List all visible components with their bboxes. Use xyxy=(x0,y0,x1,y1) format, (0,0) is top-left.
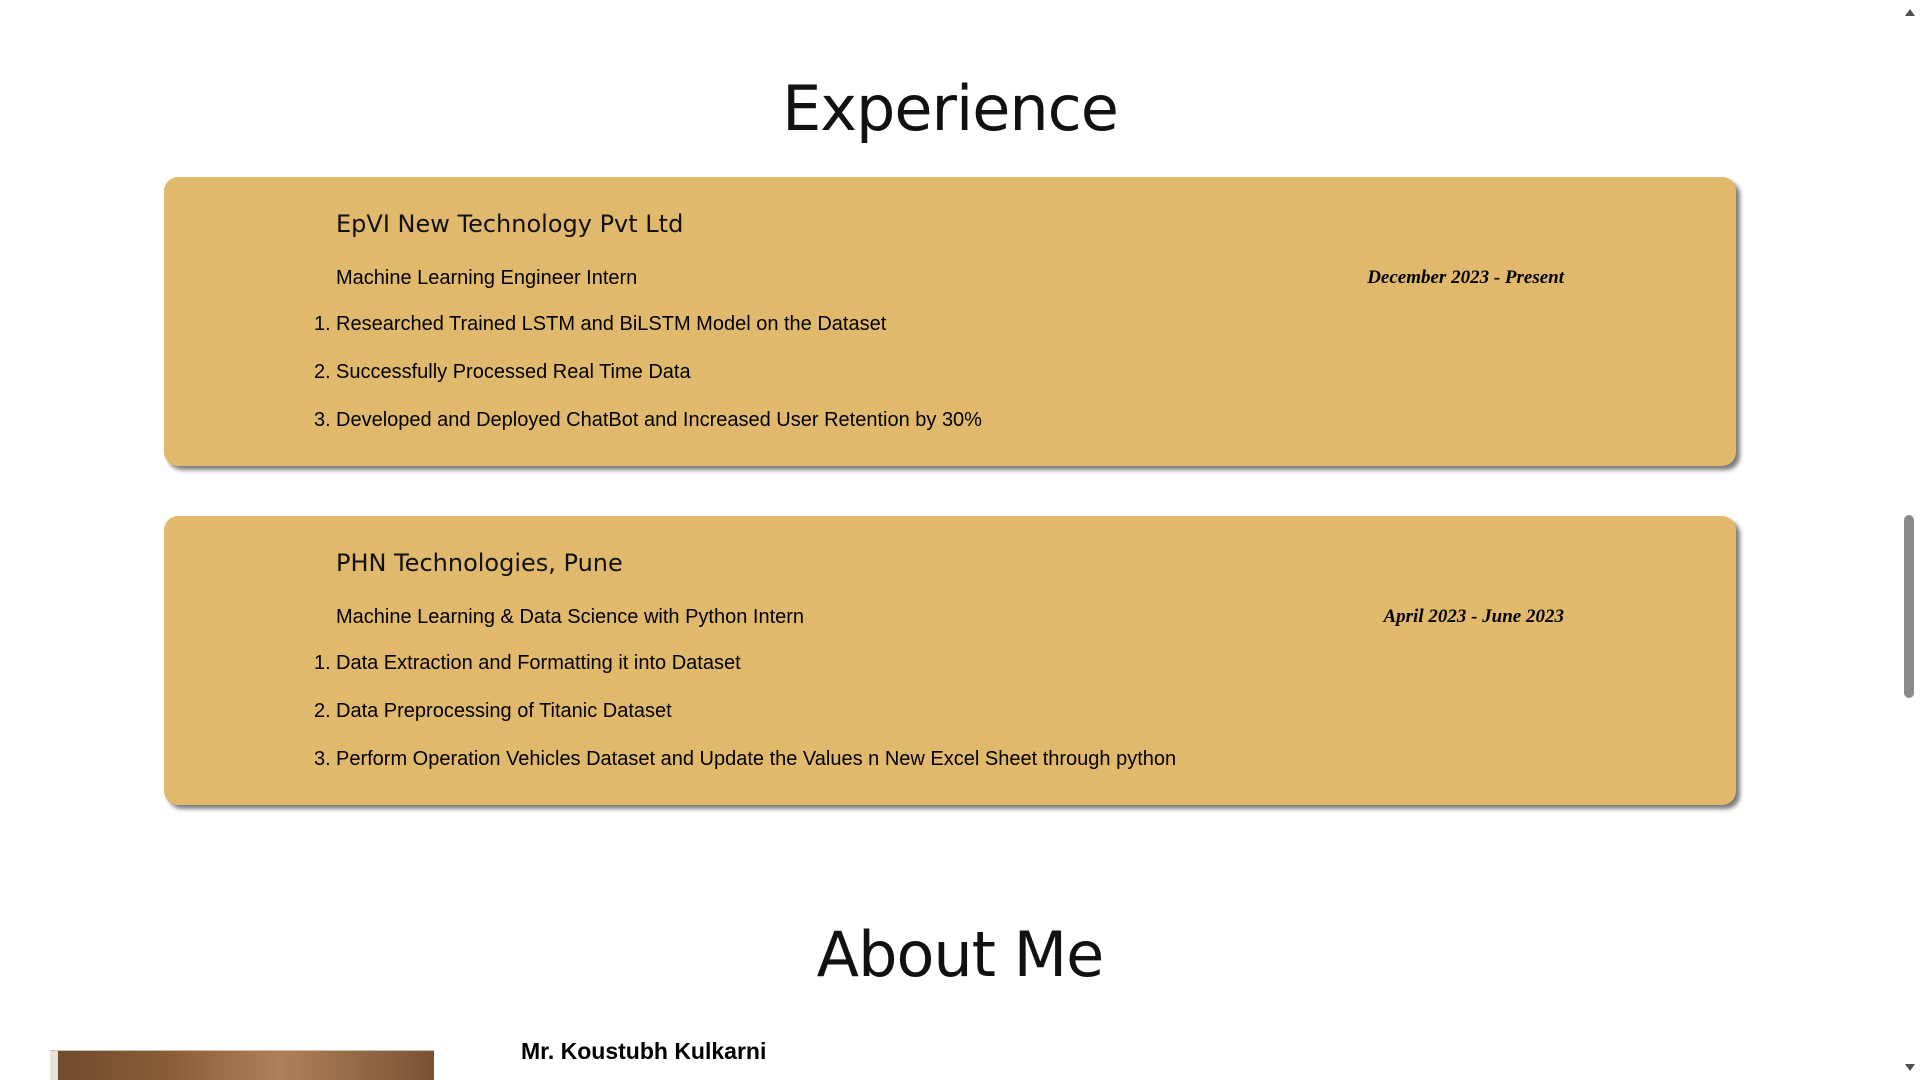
duty-list: 1. Researched Trained LSTM and BiLSTM Mod… xyxy=(314,312,982,456)
profile-photo xyxy=(50,1050,434,1080)
experience-heading: Experience xyxy=(782,72,1119,145)
experience-card: EpVI New Technology Pvt Ltd Machine Lear… xyxy=(164,177,1736,466)
page-viewport: Experience EpVI New Technology Pvt Ltd M… xyxy=(0,0,1900,1080)
scrollbar-thumb[interactable] xyxy=(1904,515,1914,698)
duty-text: Developed and Deployed ChatBot and Incre… xyxy=(336,409,982,431)
duty-list: 1. Data Extraction and Formatting it into… xyxy=(314,651,1177,795)
list-number: 2. xyxy=(314,361,331,383)
about-name: Mr. Koustubh Kulkarni xyxy=(521,1038,767,1064)
job-dates: April 2023 - June 2023 xyxy=(1383,606,1564,627)
duty-text: Perform Operation Vehicles Dataset and U… xyxy=(336,748,1177,770)
job-role: Machine Learning Engineer Intern xyxy=(336,267,638,289)
duty-item: 1. Researched Trained LSTM and BiLSTM Mod… xyxy=(314,312,982,360)
list-number: 3. xyxy=(314,409,331,431)
about-heading: About Me xyxy=(816,918,1105,991)
job-dates: December 2023 - Present xyxy=(1367,267,1564,288)
vertical-scrollbar[interactable] xyxy=(1900,0,1920,1080)
job-role: Machine Learning & Data Science with Pyt… xyxy=(336,606,805,628)
duty-text: Successfully Processed Real Time Data xyxy=(336,361,691,383)
scroll-down-arrow-icon[interactable] xyxy=(1905,1064,1915,1071)
list-number: 1. xyxy=(314,313,331,335)
duty-item: 2. Successfully Processed Real Time Data xyxy=(314,360,982,408)
duty-item: 3. Developed and Deployed ChatBot and Inc… xyxy=(314,408,982,456)
list-number: 2. xyxy=(314,700,331,722)
company-name: EpVI New Technology Pvt Ltd xyxy=(336,210,684,238)
list-number: 3. xyxy=(314,748,331,770)
list-number: 1. xyxy=(314,652,331,674)
duty-item: 3. Perform Operation Vehicles Dataset and… xyxy=(314,747,1177,795)
scroll-up-arrow-icon[interactable] xyxy=(1905,9,1915,16)
duty-text: Data Preprocessing of Titanic Dataset xyxy=(336,700,672,722)
company-name: PHN Technologies, Pune xyxy=(336,549,623,577)
experience-card: PHN Technologies, Pune Machine Learning … xyxy=(164,516,1736,805)
duty-item: 1. Data Extraction and Formatting it into… xyxy=(314,651,1176,699)
duty-item: 2. Data Preprocessing of Titanic Dataset xyxy=(314,699,1176,747)
duty-text: Data Extraction and Formatting it into D… xyxy=(336,652,741,674)
duty-text: Researched Trained LSTM and BiLSTM Model… xyxy=(336,313,887,335)
